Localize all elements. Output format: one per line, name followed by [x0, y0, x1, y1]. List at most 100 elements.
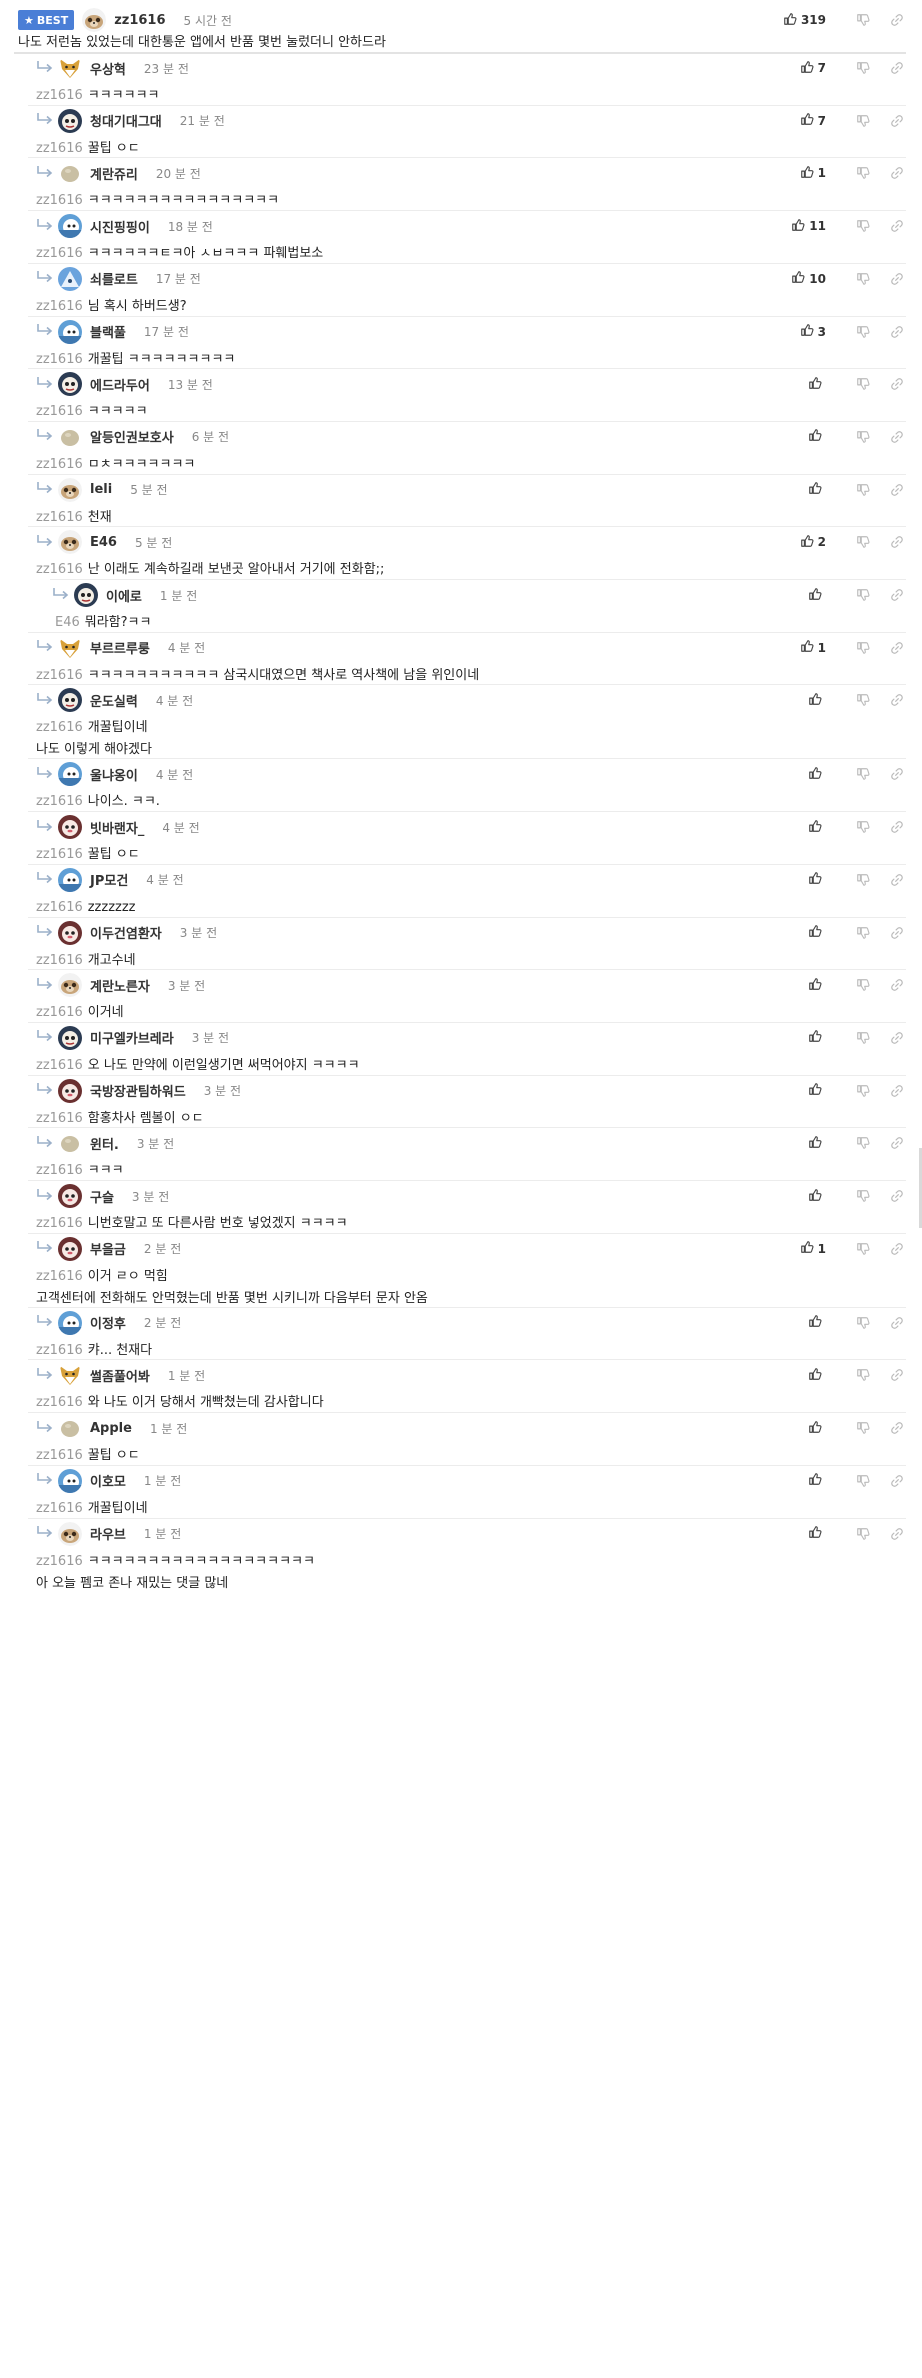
mention-tag[interactable]: zz1616	[36, 1501, 83, 1516]
like-button[interactable]	[782, 1135, 826, 1152]
author-nickname[interactable]: 부을금	[90, 1239, 126, 1258]
avatar[interactable]	[58, 477, 82, 502]
thumbs-down-icon[interactable]	[856, 60, 872, 76]
like-button[interactable]	[782, 977, 826, 994]
avatar[interactable]	[58, 108, 82, 133]
link-icon[interactable]	[890, 1030, 906, 1046]
avatar[interactable]	[58, 214, 82, 239]
like-button[interactable]	[782, 1420, 826, 1437]
thumbs-down-icon[interactable]	[856, 165, 872, 181]
avatar[interactable]	[58, 867, 82, 892]
thumbs-down-icon[interactable]	[856, 692, 872, 708]
avatar[interactable]	[74, 583, 98, 607]
like-button[interactable]	[782, 924, 826, 941]
mention-tag[interactable]: zz1616	[36, 193, 83, 208]
mention-tag[interactable]: E46	[55, 615, 80, 630]
link-icon[interactable]	[890, 534, 906, 550]
author-nickname[interactable]: 이에로	[106, 586, 142, 605]
thumbs-down-icon[interactable]	[856, 640, 872, 656]
author-nickname[interactable]: 에드라두어	[90, 375, 150, 394]
link-icon[interactable]	[890, 60, 906, 76]
like-button[interactable]: 1	[782, 165, 826, 182]
link-icon[interactable]	[890, 324, 906, 340]
link-icon[interactable]	[890, 376, 906, 392]
avatar[interactable]	[58, 266, 82, 291]
mention-tag[interactable]: zz1616	[36, 1448, 83, 1463]
thumbs-down-icon[interactable]	[856, 1367, 872, 1383]
like-button[interactable]: 10	[782, 270, 826, 287]
author-nickname[interactable]: 알등인권보호사	[90, 427, 174, 446]
mention-tag[interactable]: zz1616	[36, 457, 83, 472]
avatar[interactable]	[58, 1025, 82, 1050]
avatar[interactable]	[58, 1468, 82, 1493]
like-button[interactable]	[782, 1314, 826, 1331]
thumbs-down-icon[interactable]	[856, 925, 872, 941]
author-nickname[interactable]: E46	[90, 535, 117, 550]
author-nickname[interactable]: 계란노른자	[90, 976, 150, 995]
link-icon[interactable]	[890, 977, 906, 993]
mention-tag[interactable]: zz1616	[36, 1269, 83, 1284]
like-button[interactable]	[782, 819, 826, 836]
mention-tag[interactable]: zz1616	[36, 299, 83, 314]
author-nickname[interactable]: 부르르루룽	[90, 638, 150, 657]
avatar[interactable]	[58, 530, 82, 555]
like-button[interactable]	[782, 587, 826, 604]
link-icon[interactable]	[890, 1526, 906, 1542]
link-icon[interactable]	[890, 1473, 906, 1489]
avatar[interactable]	[58, 424, 82, 449]
author-nickname[interactable]: 썰좀풀어봐	[90, 1366, 150, 1385]
thumbs-down-icon[interactable]	[856, 1473, 872, 1489]
mention-tag[interactable]: zz1616	[36, 88, 83, 103]
like-button[interactable]	[782, 1472, 826, 1489]
mention-tag[interactable]: zz1616	[36, 794, 83, 809]
mention-tag[interactable]: zz1616	[36, 352, 83, 367]
like-button[interactable]	[782, 871, 826, 888]
author-nickname[interactable]: 미구엘카브레라	[90, 1028, 174, 1047]
author-nickname[interactable]: 운도실력	[90, 691, 138, 710]
mention-tag[interactable]: zz1616	[36, 1395, 83, 1410]
link-icon[interactable]	[890, 1367, 906, 1383]
like-button[interactable]: 2	[782, 534, 826, 551]
author-nickname[interactable]: 울냐옹이	[90, 765, 138, 784]
avatar[interactable]	[82, 8, 107, 32]
link-icon[interactable]	[890, 271, 906, 287]
author-nickname[interactable]: Apple	[90, 1421, 132, 1436]
mention-tag[interactable]: zz1616	[36, 404, 83, 419]
mention-tag[interactable]: zz1616	[36, 668, 83, 683]
like-button[interactable]	[782, 376, 826, 393]
mention-tag[interactable]: zz1616	[36, 1216, 83, 1231]
link-icon[interactable]	[890, 640, 906, 656]
avatar[interactable]	[58, 635, 82, 660]
mention-tag[interactable]: zz1616	[36, 1111, 83, 1126]
thumbs-down-icon[interactable]	[856, 534, 872, 550]
like-button[interactable]: 1	[782, 1240, 826, 1257]
mention-tag[interactable]: zz1616	[36, 510, 83, 525]
like-button[interactable]: 1	[782, 639, 826, 656]
like-button[interactable]	[782, 1367, 826, 1384]
avatar[interactable]	[58, 762, 82, 787]
author-nickname[interactable]: 이호모	[90, 1471, 126, 1490]
avatar[interactable]	[58, 161, 82, 186]
like-button[interactable]	[782, 428, 826, 445]
avatar[interactable]	[58, 973, 82, 998]
thumbs-down-icon[interactable]	[856, 1241, 872, 1257]
avatar[interactable]	[58, 1521, 82, 1546]
thumbs-down-icon[interactable]	[856, 376, 872, 392]
thumbs-down-icon[interactable]	[856, 587, 872, 603]
mention-tag[interactable]: zz1616	[36, 900, 83, 915]
thumbs-down-icon[interactable]	[856, 271, 872, 287]
link-icon[interactable]	[890, 429, 906, 445]
like-button[interactable]	[782, 1188, 826, 1205]
thumbs-down-icon[interactable]	[856, 218, 872, 234]
link-icon[interactable]	[890, 692, 906, 708]
thumbs-down-icon[interactable]	[856, 1315, 872, 1331]
avatar[interactable]	[58, 815, 82, 840]
author-nickname[interactable]: 라우브	[90, 1524, 126, 1543]
author-nickname[interactable]: 국방장관팀하워드	[90, 1081, 186, 1100]
link-icon[interactable]	[890, 1083, 906, 1099]
mention-tag[interactable]: zz1616	[36, 1554, 83, 1569]
link-icon[interactable]	[890, 482, 906, 498]
mention-tag[interactable]: zz1616	[36, 246, 83, 261]
like-button[interactable]: 7	[782, 60, 826, 77]
avatar[interactable]	[58, 1416, 82, 1441]
